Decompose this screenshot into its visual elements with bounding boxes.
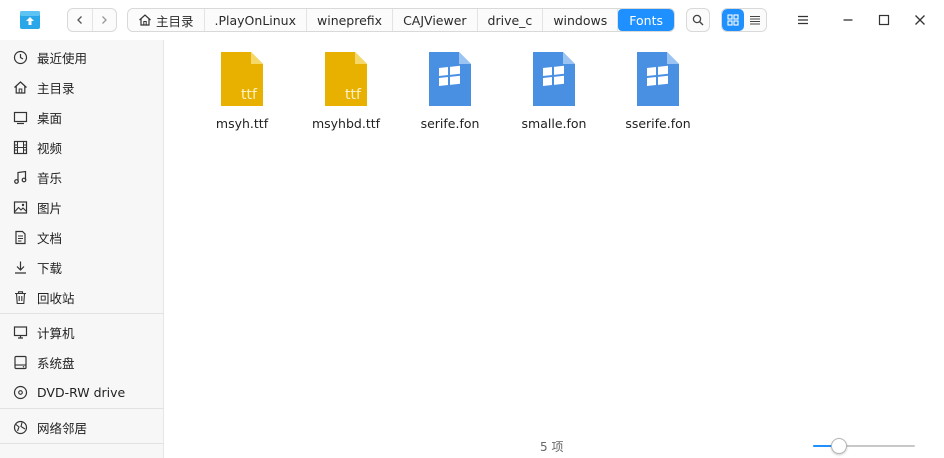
breadcrumb-item-playonlinux[interactable]: .PlayOnLinux [205, 9, 307, 31]
file-name: msyh.ttf [215, 116, 269, 131]
zoom-slider-handle[interactable] [831, 438, 847, 454]
home-icon [138, 13, 152, 27]
file-type-badge: ttf [345, 87, 362, 103]
sidebar-item-pictures[interactable]: 图片 [12, 196, 62, 218]
sidebar-item-system-disk[interactable]: 系统盘 [12, 351, 75, 373]
download-icon [12, 259, 28, 275]
sidebar-item-label: 最近使用 [37, 50, 88, 66]
windows-font-file-icon [533, 52, 575, 106]
sidebar-item-label: 网络邻居 [37, 420, 88, 436]
sidebar-item-label: 主目录 [37, 80, 75, 96]
ttf-file-icon: ttf [325, 52, 367, 106]
sidebar-item-label: 桌面 [37, 110, 63, 126]
network-icon [12, 419, 28, 435]
back-button[interactable] [68, 9, 93, 31]
search-icon [692, 14, 704, 26]
sidebar-item-recent[interactable]: 最近使用 [12, 46, 87, 68]
file-name: smalle.fon [521, 116, 587, 131]
desktop-icon [12, 109, 28, 125]
file-item[interactable]: smalle.fon [514, 50, 594, 131]
sidebar-item-label: 图片 [37, 200, 63, 216]
sidebar-divider [0, 408, 164, 409]
file-name: sserife.fon [625, 116, 691, 131]
file-item[interactable]: serife.fon [410, 50, 490, 131]
list-icon [750, 15, 760, 25]
view-mode-switch [721, 8, 767, 32]
hamburger-menu-icon [798, 15, 808, 25]
icon-view-button[interactable] [722, 9, 744, 31]
clock-icon [12, 49, 28, 65]
title-bar: 主目录 .PlayOnLinux wineprefix CAJViewer dr… [0, 0, 944, 40]
forward-button[interactable] [93, 9, 117, 31]
close-button[interactable] [908, 8, 932, 32]
file-item[interactable]: ttf msyh.ttf [202, 50, 282, 131]
breadcrumb-item-cajviewer[interactable]: CAJViewer [393, 9, 478, 31]
chevron-left-icon [76, 16, 82, 24]
sidebar-divider [0, 313, 164, 314]
ttf-file-icon: ttf [221, 52, 263, 106]
search-button[interactable] [686, 8, 710, 32]
trash-icon [12, 289, 28, 305]
sidebar-item-computer[interactable]: 计算机 [12, 321, 75, 343]
video-icon [12, 139, 28, 155]
sidebar-divider [0, 443, 164, 444]
breadcrumb-label: 主目录 [156, 13, 194, 29]
sidebar-item-documents[interactable]: 文档 [12, 226, 62, 248]
sidebar-item-label: 计算机 [37, 325, 75, 341]
file-name: msyhbd.ttf [311, 116, 381, 131]
chevron-right-icon [102, 16, 108, 24]
sidebar-item-network[interactable]: 网络邻居 [12, 416, 87, 438]
grid-icon [727, 14, 739, 26]
file-name: serife.fon [420, 116, 480, 131]
home-icon [12, 79, 28, 95]
breadcrumb-item-drive-c[interactable]: drive_c [478, 9, 544, 31]
music-icon [12, 169, 28, 185]
breadcrumb-item-windows[interactable]: windows [543, 9, 619, 31]
sidebar-item-label: 视频 [37, 140, 63, 156]
breadcrumb-item-fonts[interactable]: Fonts [618, 9, 674, 31]
file-view[interactable]: ttf msyh.ttf ttf msyhbd.ttf serife.fon s… [165, 40, 944, 458]
sidebar-item-label: 回收站 [37, 290, 75, 306]
sidebar-item-dvd-drive[interactable]: DVD-RW drive [12, 381, 125, 403]
sidebar: 最近使用 主目录 桌面 视频 音乐 图片 文档 下载 回收站 计算机 系统盘 D… [0, 40, 164, 458]
file-item[interactable]: ttf msyhbd.ttf [306, 50, 386, 131]
sidebar-item-label: DVD-RW drive [37, 384, 126, 400]
windows-font-file-icon [429, 52, 471, 106]
sidebar-item-trash[interactable]: 回收站 [12, 286, 75, 308]
sidebar-item-videos[interactable]: 视频 [12, 136, 62, 158]
sidebar-item-label: 下载 [37, 260, 63, 276]
document-icon [12, 229, 28, 245]
minimize-button[interactable] [836, 8, 860, 32]
picture-icon [12, 199, 28, 215]
breadcrumb: 主目录 .PlayOnLinux wineprefix CAJViewer dr… [127, 8, 675, 32]
sidebar-item-home[interactable]: 主目录 [12, 76, 75, 98]
breadcrumb-item-wineprefix[interactable]: wineprefix [307, 9, 394, 31]
file-manager-logo-icon[interactable] [19, 8, 41, 30]
file-type-badge: ttf [241, 87, 258, 103]
maximize-button[interactable] [872, 8, 896, 32]
sidebar-item-label: 系统盘 [37, 355, 75, 371]
sidebar-item-label: 文档 [37, 230, 63, 246]
menu-button[interactable] [791, 8, 815, 32]
maximize-icon [878, 14, 890, 26]
minimize-icon [843, 19, 853, 21]
breadcrumb-item-home[interactable]: 主目录 [128, 9, 205, 31]
windows-font-file-icon [637, 52, 679, 106]
computer-icon [12, 324, 28, 340]
list-view-button[interactable] [744, 9, 766, 31]
sidebar-item-label: 音乐 [37, 170, 63, 186]
navigation-buttons [67, 8, 117, 32]
disk-icon [12, 354, 28, 370]
zoom-slider[interactable] [813, 438, 915, 454]
file-item[interactable]: sserife.fon [618, 50, 698, 131]
item-count-status: 5 项 [540, 440, 564, 454]
sidebar-item-music[interactable]: 音乐 [12, 166, 62, 188]
optical-drive-icon [12, 384, 28, 400]
sidebar-item-desktop[interactable]: 桌面 [12, 106, 62, 128]
sidebar-item-downloads[interactable]: 下载 [12, 256, 62, 278]
close-icon [915, 15, 925, 25]
